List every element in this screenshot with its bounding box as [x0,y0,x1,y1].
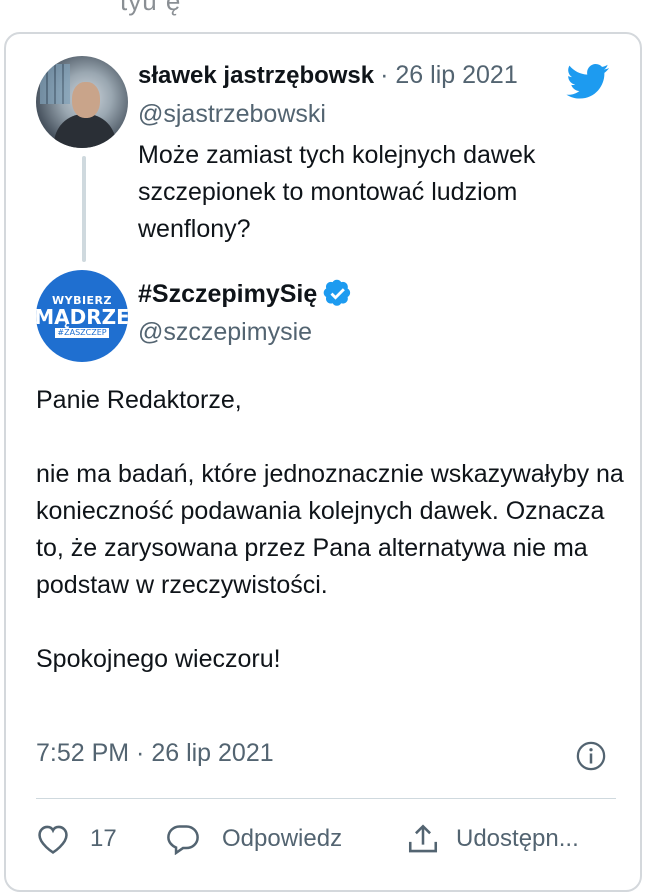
author-handle[interactable]: @szczepimysie [138,318,312,347]
reply-bubble-icon [167,825,199,855]
tweet-timestamp[interactable]: 7:52 PM · 26 lip 2021 [36,739,274,768]
avatar-szczepimysie[interactable]: WYBIERZ MĄDRZE #ZASZCZEP [36,270,128,362]
share-button[interactable]: Udostępn... [406,822,579,856]
author-name[interactable]: #SzczepimySię [138,280,317,309]
reply-tweet-header: sławek jastrzębowsk · 26 lip 2021 [138,61,518,90]
share-label: Udostępn... [456,825,579,852]
tweet-actions-bar: 17 Odpowiedz Udostępn... [36,814,626,864]
verified-badge-icon [323,279,351,306]
reply-tweet-text: Może zamiast tych kolejnych dawek szczep… [138,141,536,243]
previous-tweet-fragment: tyu ę [120,0,182,16]
main-tweet-header: #SzczepimySię [138,279,353,309]
avatar-sjastrzebowski[interactable] [36,56,128,148]
logo-text-line2: MĄDRZE [36,304,128,329]
reply-button[interactable]: Odpowiedz [166,823,406,855]
divider [36,798,616,799]
twitter-bird-icon [566,64,609,99]
like-button[interactable]: 17 [36,823,166,855]
author-name[interactable]: sławek jastrzębowsk [138,62,374,90]
share-icon [408,824,438,853]
info-icon[interactable] [576,741,606,771]
tweet-date: · 26 lip 2021 [380,61,518,89]
author-handle[interactable]: @sjastrzebowski [138,100,326,129]
logo-text-line3: #ZASZCZEP [55,327,109,338]
tweet-paragraph: Spokojnego wieczoru! [36,645,281,673]
reply-label: Odpowiedz [222,825,343,852]
tweet-paragraph: Panie Redaktorze, [36,386,242,414]
tweet-paragraph: nie ma badań, które jednoznacznie wskazy… [36,460,624,599]
main-tweet-text: Panie Redaktorze, nie ma badań, które je… [36,382,626,678]
like-count: 17 [90,825,117,852]
thread-connector-line [82,156,86,262]
tweet-card[interactable]: sławek jastrzębowsk · 26 lip 2021 @sjast… [4,32,642,892]
heart-icon [38,825,68,854]
